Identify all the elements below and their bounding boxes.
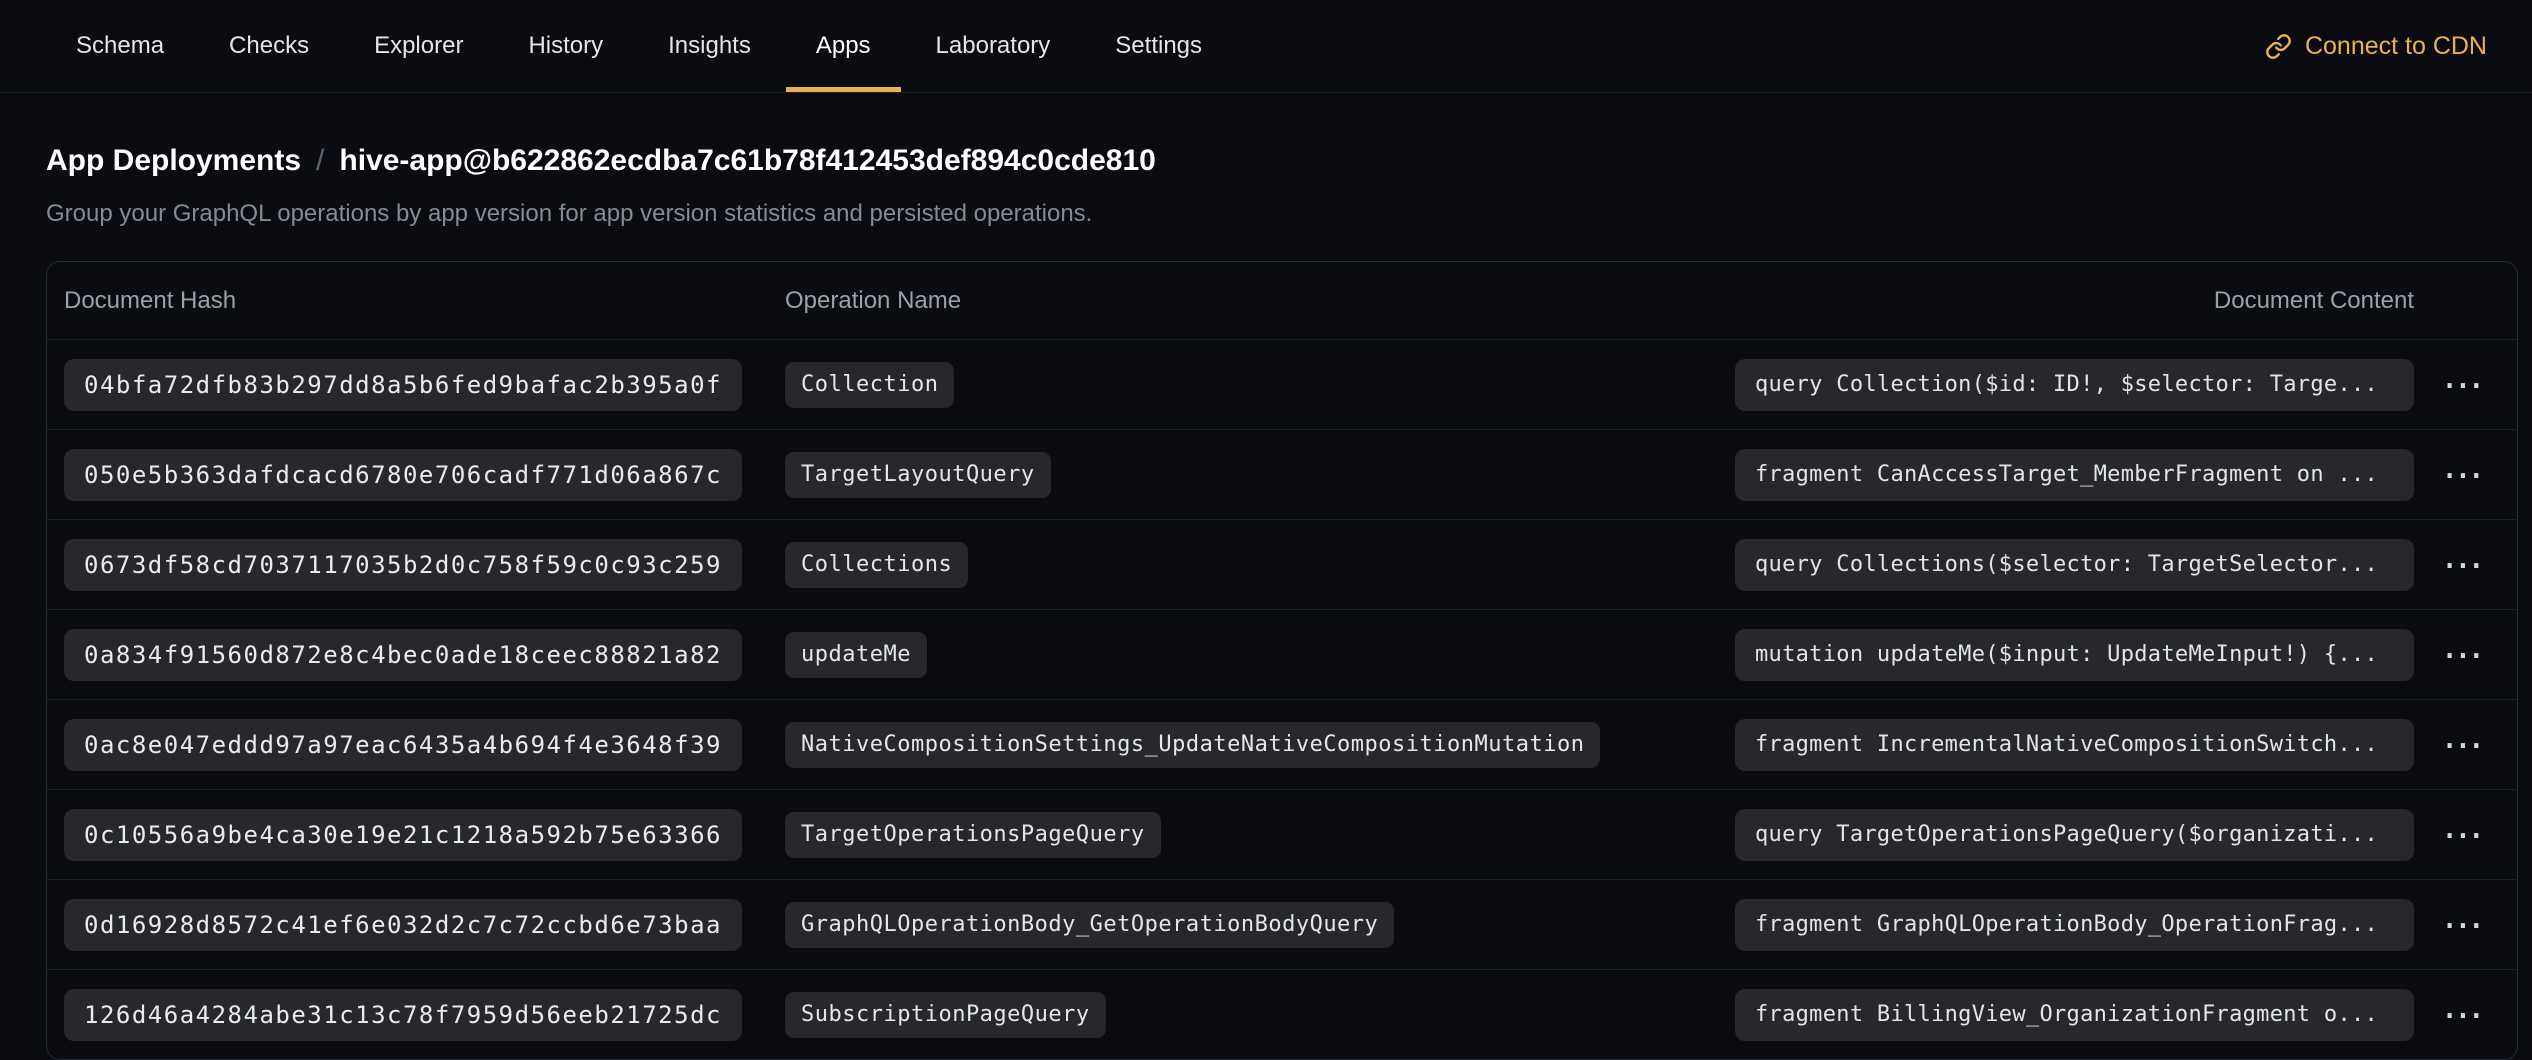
operation-name-badge: Collections [785, 542, 968, 588]
document-hash-badge: 0a834f91560d872e8c4bec0ade18ceec88821a82 [64, 629, 742, 681]
table-row: 0a834f91560d872e8c4bec0ade18ceec88821a82… [47, 609, 2517, 699]
document-content-preview: fragment GraphQLOperationBody_OperationF… [1735, 899, 2414, 951]
nav-tab[interactable]: Apps [786, 0, 901, 92]
app-deployments-table: Document Hash Operation Name Document Co… [46, 261, 2518, 1060]
document-hash-badge: 0c10556a9be4ca30e19e21c1218a592b75e63366 [64, 809, 742, 861]
breadcrumb-separator: / [316, 144, 324, 178]
document-hash-badge: 04bfa72dfb83b297dd8a5b6fed9bafac2b395a0f [64, 359, 742, 411]
page-subtitle: Group your GraphQL operations by app ver… [46, 200, 2486, 228]
nav-tab-label: Apps [816, 32, 871, 60]
operation-name-badge: Collection [785, 362, 954, 408]
row-actions-menu-button[interactable]: ⋯ [2443, 635, 2483, 675]
row-actions-menu-button[interactable]: ⋯ [2443, 455, 2483, 495]
document-content-preview: fragment BillingView_OrganizationFragmen… [1735, 989, 2414, 1041]
breadcrumb-current-deployment: hive-app@b622862ecdba7c61b78f412453def89… [339, 144, 1155, 178]
connect-to-cdn-button[interactable]: Connect to CDN [2265, 0, 2487, 92]
document-content-preview: query TargetOperationsPageQuery($organiz… [1735, 809, 2414, 861]
row-actions-menu-button[interactable]: ⋯ [2443, 365, 2483, 405]
operation-name-badge: SubscriptionPageQuery [785, 992, 1106, 1038]
table-row: 0ac8e047eddd97a97eac6435a4b694f4e3648f39… [47, 699, 2517, 789]
page-header: App Deployments / hive-app@b622862ecdba7… [0, 144, 2532, 228]
nav-tab-label: Schema [76, 32, 164, 60]
nav-tab[interactable]: History [498, 0, 633, 92]
nav-tab-label: Checks [229, 32, 309, 60]
table-row: 04bfa72dfb83b297dd8a5b6fed9bafac2b395a0f… [47, 339, 2517, 429]
nav-tab-label: Explorer [374, 32, 463, 60]
table-row: 126d46a4284abe31c13c78f7959d56eeb21725dc… [47, 969, 2517, 1059]
column-header-operation-name: Operation Name [785, 287, 1735, 315]
document-content-preview: query Collection($id: ID!, $selector: Ta… [1735, 359, 2414, 411]
table-row: 0c10556a9be4ca30e19e21c1218a592b75e63366… [47, 789, 2517, 879]
nav-tab[interactable]: Explorer [344, 0, 493, 92]
operation-name-badge: TargetLayoutQuery [785, 452, 1051, 498]
row-actions-menu-button[interactable]: ⋯ [2443, 815, 2483, 855]
nav-tab[interactable]: Checks [199, 0, 339, 92]
document-hash-badge: 050e5b363dafdcacd6780e706cadf771d06a867c [64, 449, 742, 501]
table-row: 050e5b363dafdcacd6780e706cadf771d06a867c… [47, 429, 2517, 519]
nav-tab-label: History [528, 32, 603, 60]
breadcrumb: App Deployments / hive-app@b622862ecdba7… [46, 144, 2486, 178]
row-actions-menu-button[interactable]: ⋯ [2443, 545, 2483, 585]
connect-to-cdn-label: Connect to CDN [2305, 32, 2487, 61]
top-nav: Schema Checks Explorer History Insights … [0, 0, 2532, 93]
link-icon [2265, 33, 2292, 60]
nav-tab[interactable]: Settings [1085, 0, 1232, 92]
table-header-row: Document Hash Operation Name Document Co… [47, 262, 2517, 339]
column-header-document-content: Document Content [1735, 287, 2414, 315]
row-actions-menu-button[interactable]: ⋯ [2443, 725, 2483, 765]
nav-tab[interactable]: Schema [46, 0, 194, 92]
operation-name-badge: updateMe [785, 632, 927, 678]
nav-tab-label: Settings [1115, 32, 1202, 60]
row-actions-menu-button[interactable]: ⋯ [2443, 905, 2483, 945]
nav-tab[interactable]: Laboratory [906, 0, 1081, 92]
document-hash-badge: 126d46a4284abe31c13c78f7959d56eeb21725dc [64, 989, 742, 1041]
row-actions-menu-button[interactable]: ⋯ [2443, 995, 2483, 1035]
document-content-preview: fragment CanAccessTarget_MemberFragment … [1735, 449, 2414, 501]
document-hash-badge: 0ac8e047eddd97a97eac6435a4b694f4e3648f39 [64, 719, 742, 771]
nav-tab[interactable]: Insights [638, 0, 781, 92]
nav-tab-label: Insights [668, 32, 751, 60]
operation-name-badge: GraphQLOperationBody_GetOperationBodyQue… [785, 902, 1394, 948]
document-hash-badge: 0d16928d8572c41ef6e032d2c7c72ccbd6e73baa [64, 899, 742, 951]
nav-tab-label: Laboratory [936, 32, 1051, 60]
operation-name-badge: NativeCompositionSettings_UpdateNativeCo… [785, 722, 1600, 768]
nav-tabs: Schema Checks Explorer History Insights … [46, 0, 1232, 92]
document-content-preview: fragment IncrementalNativeCompositionSwi… [1735, 719, 2414, 771]
document-hash-badge: 0673df58cd7037117035b2d0c758f59c0c93c259 [64, 539, 742, 591]
table-row: 0d16928d8572c41ef6e032d2c7c72ccbd6e73baa… [47, 879, 2517, 969]
table-row: 0673df58cd7037117035b2d0c758f59c0c93c259… [47, 519, 2517, 609]
operation-name-badge: TargetOperationsPageQuery [785, 812, 1161, 858]
document-content-preview: mutation updateMe($input: UpdateMeInput!… [1735, 629, 2414, 681]
document-content-preview: query Collections($selector: TargetSelec… [1735, 539, 2414, 591]
column-header-document-hash: Document Hash [64, 287, 785, 315]
breadcrumb-app-deployments-link[interactable]: App Deployments [46, 144, 301, 178]
